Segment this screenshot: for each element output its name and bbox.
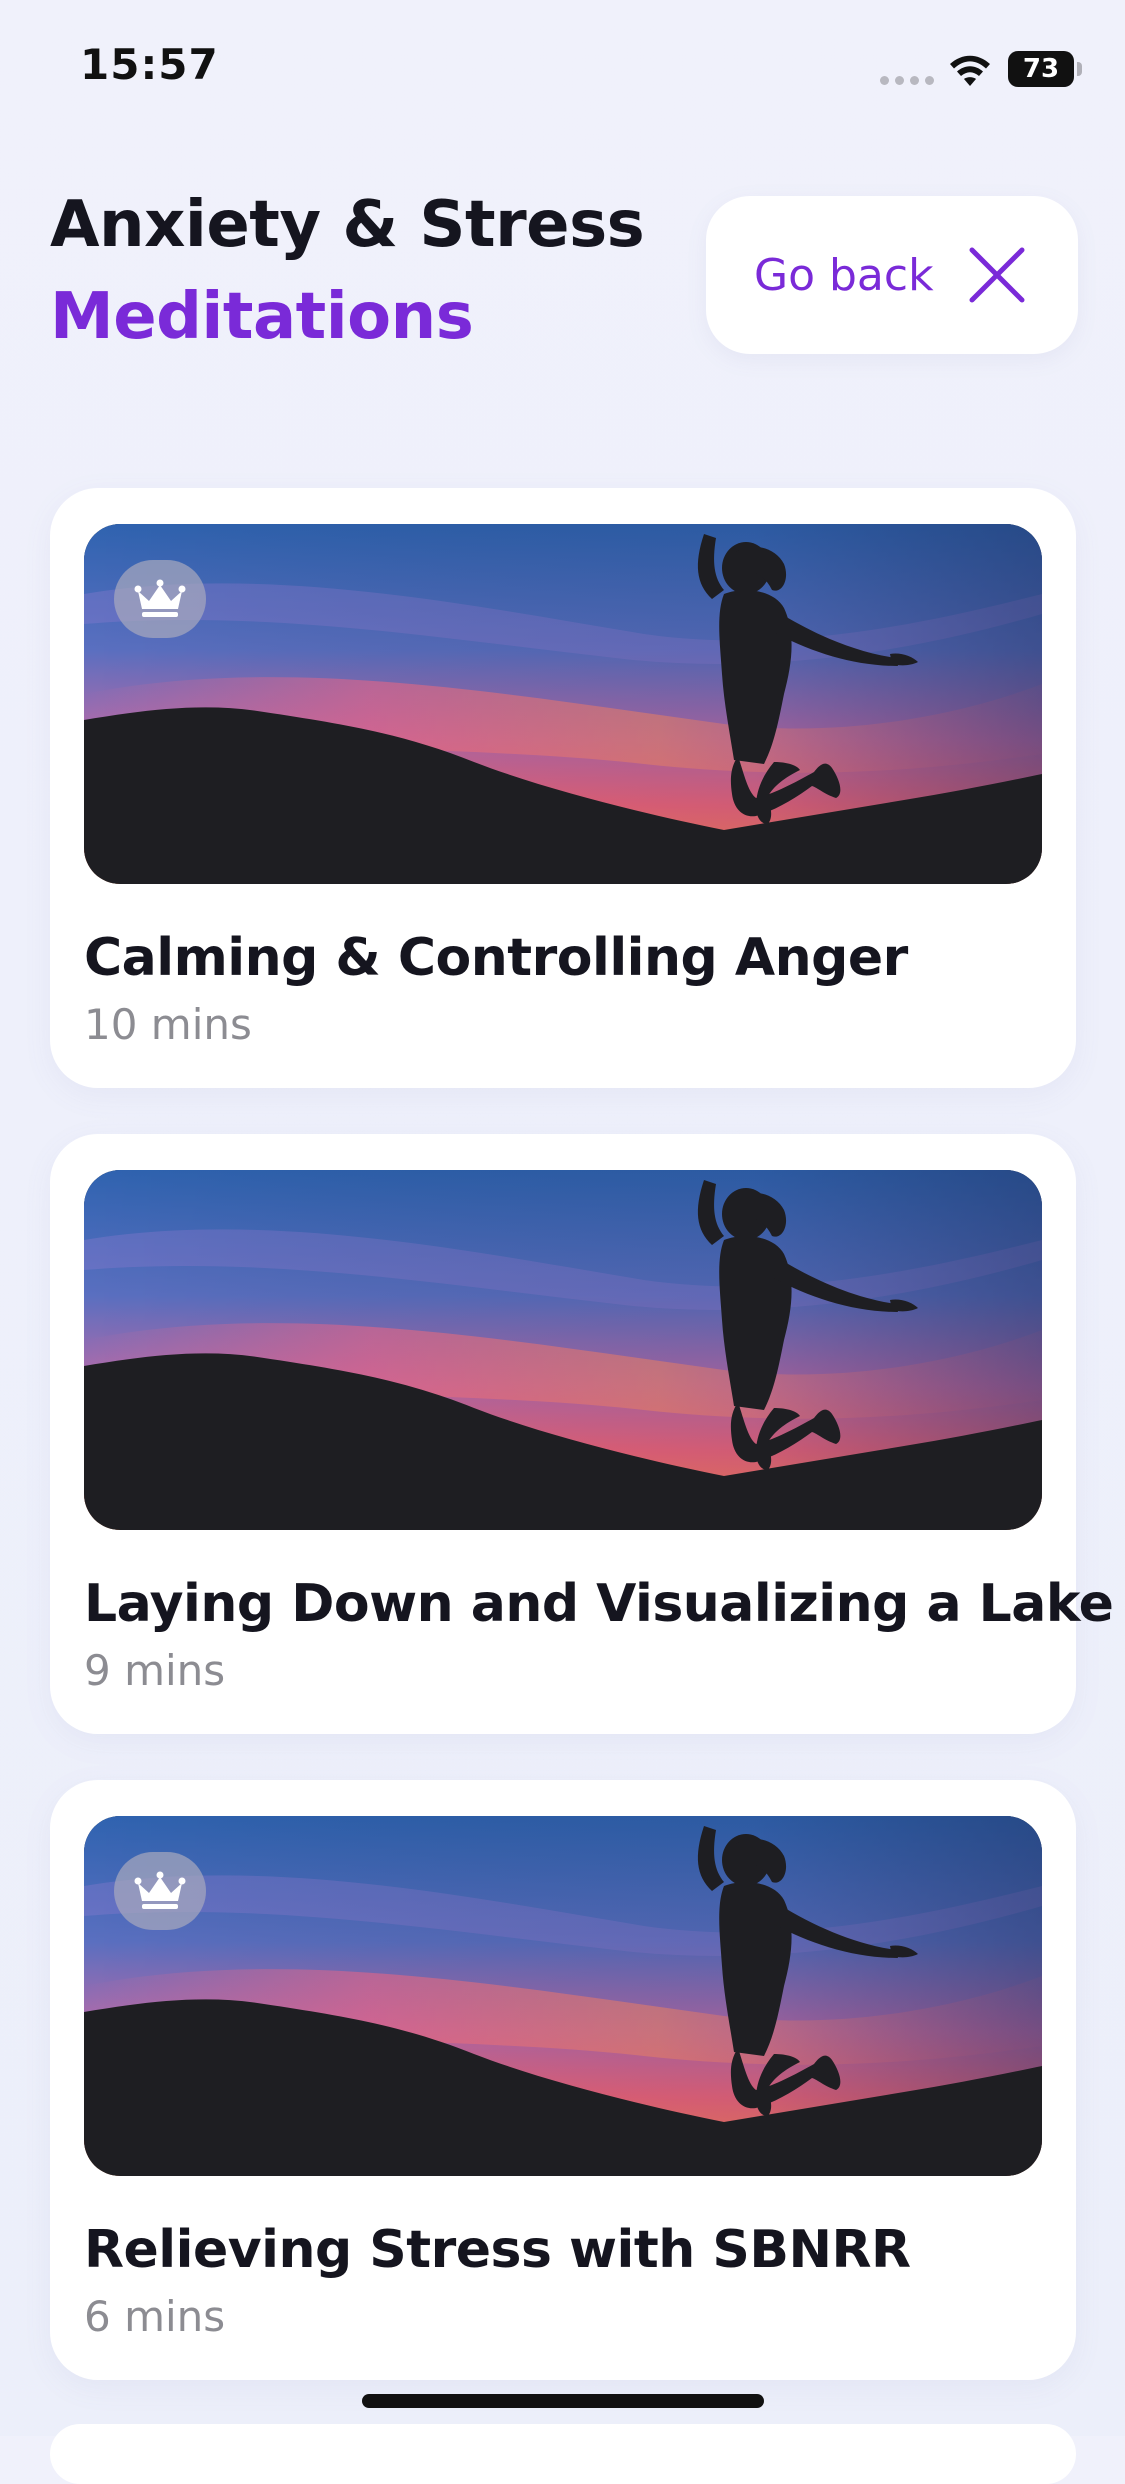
status-bar: 15:57 73: [0, 0, 1125, 140]
close-icon: [969, 247, 1025, 303]
meditation-duration: 10 mins: [84, 1000, 252, 1049]
page-title: Anxiety & Stress: [50, 188, 645, 262]
meditation-thumbnail: [84, 524, 1042, 884]
home-indicator[interactable]: [362, 2394, 764, 2408]
go-back-label: Go back: [754, 249, 934, 301]
cellular-signal-icon: [880, 76, 934, 85]
meditation-thumbnail: [84, 1170, 1042, 1530]
meditation-card[interactable]: Relieving Stress with SBNRR 6 mins: [50, 1780, 1076, 2380]
status-time: 15:57: [80, 40, 219, 89]
meditation-card-partial[interactable]: [50, 2424, 1076, 2484]
wifi-icon: [950, 55, 990, 86]
go-back-button[interactable]: Go back: [706, 196, 1078, 354]
premium-badge: [114, 1852, 206, 1930]
battery-icon: 73: [1008, 51, 1074, 87]
meditation-duration: 9 mins: [84, 1646, 226, 1695]
meditation-card[interactable]: Laying Down and Visualizing a Lake 9 min…: [50, 1134, 1114, 1734]
meditation-title: Relieving Stress with SBNRR: [84, 2220, 911, 2280]
page-subtitle: Meditations: [50, 280, 474, 354]
meditation-title: Calming & Controlling Anger: [84, 928, 908, 988]
crown-icon: [134, 1871, 186, 1909]
premium-badge: [114, 560, 206, 638]
meditation-card[interactable]: Calming & Controlling Anger 10 mins: [50, 488, 1076, 1088]
battery-nub: [1077, 62, 1082, 76]
battery-level: 73: [1022, 54, 1060, 84]
crown-icon: [134, 579, 186, 617]
meditation-title: Laying Down and Visualizing a Lake: [84, 1574, 1114, 1634]
meditation-duration: 6 mins: [84, 2292, 226, 2341]
meditation-thumbnail: [84, 1816, 1042, 2176]
